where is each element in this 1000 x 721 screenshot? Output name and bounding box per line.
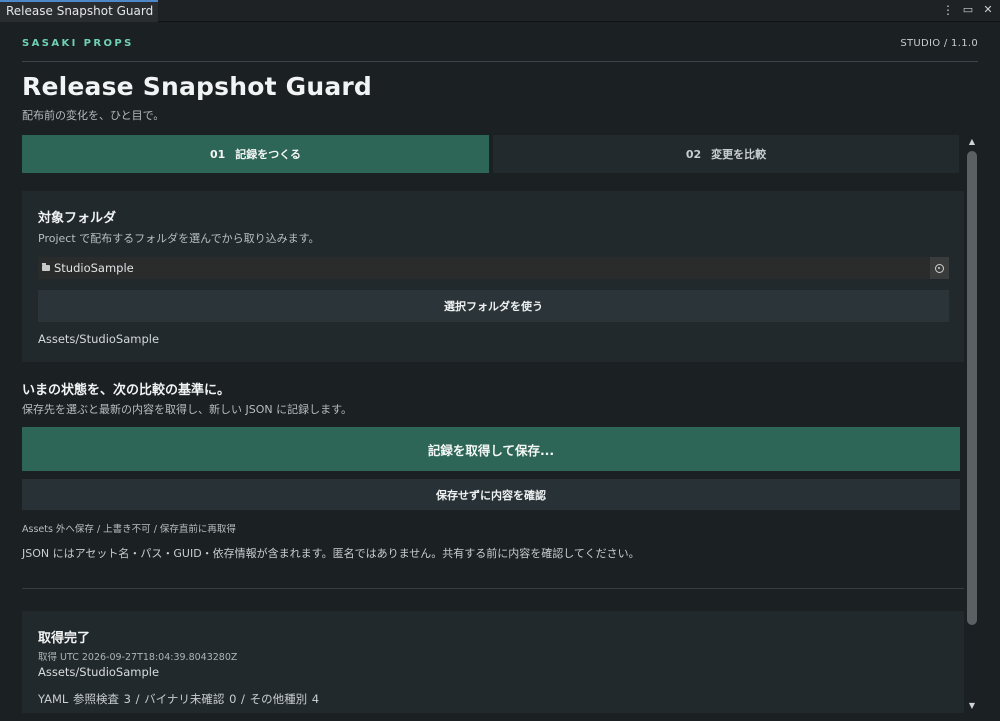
folder-field-value: StudioSample	[54, 261, 134, 275]
page-title: Release Snapshot Guard	[22, 72, 373, 101]
editor-title-bar: Release Snapshot Guard ⋮ ▭ ✕	[0, 0, 1000, 22]
version-label: STUDIO / 1.1.0	[900, 38, 978, 49]
window-tab[interactable]: Release Snapshot Guard	[0, 0, 158, 22]
brand-label: SASAKI PROPS	[22, 38, 134, 49]
close-icon[interactable]: ✕	[982, 3, 994, 17]
maximize-icon[interactable]: ▭	[962, 3, 974, 17]
snapshot-section-title: いまの状態を、次の比較の基準に。	[22, 383, 231, 398]
result-card: 取得完了 取得 UTC 2026-09-27T18:04:39.8043280Z…	[22, 611, 964, 713]
result-timestamp: 取得 UTC 2026-09-27T18:04:39.8043280Z	[38, 652, 238, 663]
scroll-down-arrow-icon[interactable]: ▼	[964, 699, 980, 713]
result-stats: YAML 参照検査 3 / バイナリ未確認 0 / その他種別 4	[38, 692, 320, 706]
folder-object-field[interactable]: StudioSample	[38, 257, 949, 279]
scroll-up-arrow-icon[interactable]: ▲	[964, 135, 980, 149]
privacy-notice: JSON にはアセット名・パス・GUID・依存情報が含まれます。匿名ではありませ…	[22, 547, 640, 560]
page-subtitle: 配布前の変化を、ひと目で。	[22, 109, 165, 122]
folder-icon	[42, 263, 50, 271]
target-folder-title: 対象フォルダ	[38, 211, 117, 226]
result-title: 取得完了	[38, 631, 91, 646]
tab-record[interactable]: 01 記録をつくる	[22, 135, 489, 173]
header-divider	[22, 61, 978, 62]
capture-and-save-button[interactable]: 記録を取得して保存...	[22, 427, 960, 471]
result-path: Assets/StudioSample	[38, 665, 160, 679]
tab-compare-number: 02	[685, 147, 702, 161]
snapshot-section-description: 保存先を選ぶと最新の内容を取得し、新しい JSON に記録します。	[22, 403, 353, 416]
window-controls: ⋮ ▭ ✕	[942, 3, 994, 17]
target-folder-path: Assets/StudioSample	[38, 332, 160, 346]
save-rules-text: Assets 外へ保存 / 上書き不可 / 保存直前に再取得	[22, 524, 236, 535]
use-selected-folder-button[interactable]: 選択フォルダを使う	[38, 290, 949, 322]
target-folder-description: Project で配布するフォルダを選んでから取り込みます。	[38, 232, 320, 245]
object-picker-button[interactable]	[930, 257, 949, 279]
more-vert-icon[interactable]: ⋮	[942, 3, 954, 17]
target-folder-card: 対象フォルダ Project で配布するフォルダを選んでから取り込みます。 St…	[22, 191, 964, 362]
scroll-thumb[interactable]	[967, 151, 977, 625]
vertical-scrollbar[interactable]: ▲ ▼	[964, 135, 980, 713]
tab-compare-label: 変更を比較	[711, 148, 767, 161]
tab-compare[interactable]: 02 変更を比較	[493, 135, 959, 173]
preview-without-saving-button[interactable]: 保存せずに内容を確認	[22, 479, 960, 510]
section-divider	[22, 588, 964, 589]
target-picker-icon	[935, 263, 944, 273]
tab-record-number: 01	[209, 147, 226, 161]
tab-record-label: 記録をつくる	[235, 148, 302, 161]
